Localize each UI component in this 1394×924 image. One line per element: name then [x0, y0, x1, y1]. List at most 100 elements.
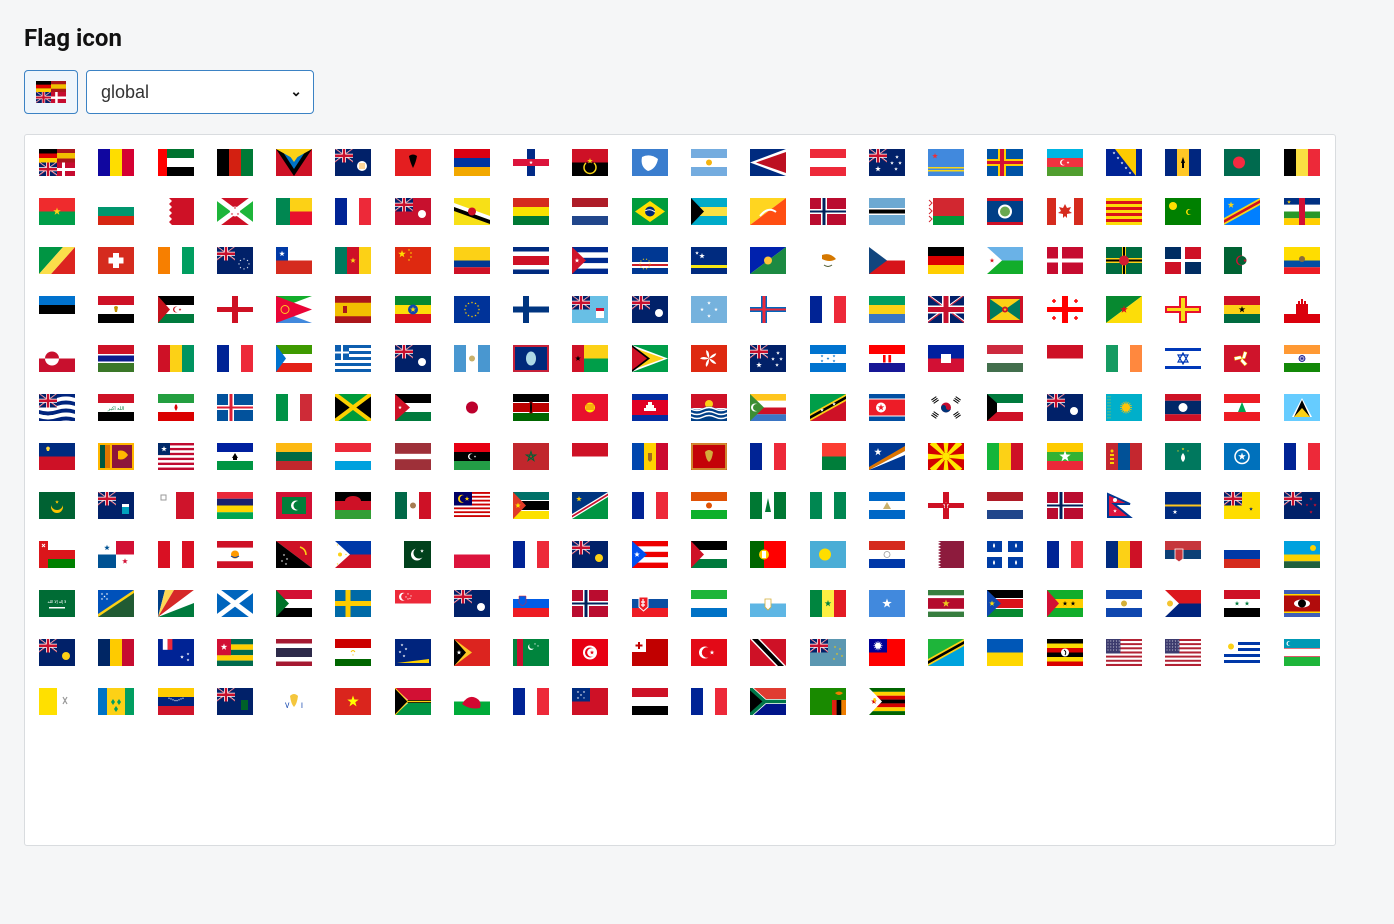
- flag-uz[interactable]: [1284, 639, 1320, 666]
- flag-gu[interactable]: [513, 345, 549, 372]
- flag-nl[interactable]: [987, 492, 1023, 519]
- flag-ae[interactable]: [158, 149, 194, 176]
- flag-global[interactable]: [39, 149, 75, 176]
- flag-ax[interactable]: [987, 149, 1023, 176]
- flag-se[interactable]: [335, 590, 371, 617]
- flag-cu[interactable]: tRatio="none">: [572, 247, 608, 274]
- flag-de[interactable]: [928, 247, 964, 274]
- flag-am[interactable]: [454, 149, 490, 176]
- flag-gl[interactable]: [39, 345, 75, 372]
- flag-no[interactable]: [1047, 492, 1083, 519]
- flag-bl[interactable]: [335, 198, 371, 225]
- flag-au[interactable]: [869, 149, 905, 176]
- flag-wales[interactable]: [454, 688, 490, 715]
- flag-mu[interactable]: [217, 492, 253, 519]
- flag-gi[interactable]: [1284, 296, 1320, 323]
- flag-mr[interactable]: [39, 492, 75, 519]
- flag-mh[interactable]: [869, 443, 905, 470]
- flag-cf[interactable]: tRatio="none">: [1284, 198, 1320, 225]
- flag-scotland[interactable]: [217, 590, 253, 617]
- flag-sz[interactable]: [1284, 590, 1320, 617]
- flag-yt[interactable]: [691, 688, 727, 715]
- flag-dm[interactable]: [1106, 247, 1142, 274]
- flag-ru[interactable]: [1224, 541, 1260, 568]
- flag-lb[interactable]: tRatio="none">: [1224, 394, 1260, 421]
- flag-ph[interactable]: [335, 541, 371, 568]
- flag-mn[interactable]: tRatio="none">: [1106, 443, 1142, 470]
- flag-az[interactable]: tRatio="none">: [1047, 149, 1083, 176]
- flag-so[interactable]: [869, 590, 905, 617]
- flag-ss[interactable]: [987, 590, 1023, 617]
- flag-er[interactable]: [276, 296, 312, 323]
- flag-mk[interactable]: [928, 443, 964, 470]
- flag-sn[interactable]: tRatio="none">: [810, 590, 846, 617]
- flag-ng[interactable]: [810, 492, 846, 519]
- flag-kh[interactable]: [632, 394, 668, 421]
- flag-bh[interactable]: [158, 198, 194, 225]
- flag-cv[interactable]: [632, 247, 668, 274]
- flag-bn[interactable]: [454, 198, 490, 225]
- flag-is[interactable]: [217, 394, 253, 421]
- flag-sx[interactable]: [1165, 590, 1201, 617]
- flag-ao[interactable]: tRatio="none">: [572, 149, 608, 176]
- flag-gm[interactable]: [98, 345, 134, 372]
- flag-np[interactable]: [1106, 492, 1142, 519]
- flag-zw[interactable]: tRatio="none">: [869, 688, 905, 715]
- flag-cr[interactable]: [513, 247, 549, 274]
- flag-ad[interactable]: [98, 149, 134, 176]
- flag-td[interactable]: [98, 639, 134, 666]
- flag-england[interactable]: [217, 296, 253, 323]
- flag-eh[interactable]: tRatio="none">: [158, 296, 194, 323]
- flag-rs[interactable]: tRatio="none">: [1165, 541, 1201, 568]
- flag-mg[interactable]: [810, 443, 846, 470]
- flag-cm[interactable]: tRatio="none">: [335, 247, 371, 274]
- flag-fr[interactable]: [810, 296, 846, 323]
- flag-kn[interactable]: [810, 394, 846, 421]
- flag-gf[interactable]: [1106, 296, 1142, 323]
- flag-ye[interactable]: [632, 688, 668, 715]
- flag-io[interactable]: [39, 394, 75, 421]
- flag-pf[interactable]: [217, 541, 253, 568]
- flag-si[interactable]: tRatio="none">: [513, 590, 549, 617]
- flag-pw[interactable]: [810, 541, 846, 568]
- flag-ki[interactable]: [691, 394, 727, 421]
- flag-lt[interactable]: [276, 443, 312, 470]
- flag-at[interactable]: [810, 149, 846, 176]
- flag-na[interactable]: [572, 492, 608, 519]
- flag-sj[interactable]: [572, 590, 608, 617]
- flag-af[interactable]: [217, 149, 253, 176]
- flag-sk[interactable]: tRatio="none">: [632, 590, 668, 617]
- flag-py[interactable]: tRatio="none">: [869, 541, 905, 568]
- flag-re[interactable]: [1047, 541, 1083, 568]
- flag-tc[interactable]: [39, 639, 75, 666]
- flag-bs[interactable]: tRatio="none">: [691, 198, 727, 225]
- flag-jm[interactable]: [335, 394, 371, 421]
- flag-om[interactable]: [39, 541, 75, 568]
- flag-ly[interactable]: tRatio="none">: [454, 443, 490, 470]
- flag-md[interactable]: tRatio="none">: [632, 443, 668, 470]
- flag-sm[interactable]: tRatio="none">: [750, 590, 786, 617]
- flag-gq[interactable]: tRatio="none">: [276, 345, 312, 372]
- flag-hu[interactable]: [987, 345, 1023, 372]
- flag-cn[interactable]: [395, 247, 431, 274]
- flag-vn[interactable]: [335, 688, 371, 715]
- flag-th[interactable]: [276, 639, 312, 666]
- flag-tf[interactable]: tRatio="none">: [158, 639, 194, 666]
- flag-hn[interactable]: tRatio="none">: [810, 345, 846, 372]
- flag-vu[interactable]: [395, 688, 431, 715]
- flag-rw[interactable]: [1284, 541, 1320, 568]
- flag-mf[interactable]: [750, 443, 786, 470]
- flag-ga[interactable]: [869, 296, 905, 323]
- flag-tm[interactable]: [513, 639, 549, 666]
- current-flag-button[interactable]: [24, 70, 78, 114]
- flag-ni[interactable]: tRatio="none">: [869, 492, 905, 519]
- flag-ir[interactable]: tRatio="none">: [158, 394, 194, 421]
- flag-ve[interactable]: tRatio="none">: [158, 688, 194, 715]
- flag-va[interactable]: [39, 688, 75, 715]
- flag-zm[interactable]: [810, 688, 846, 715]
- flag-me[interactable]: [691, 443, 727, 470]
- flag-lr[interactable]: [158, 443, 194, 470]
- flag-tl[interactable]: [454, 639, 490, 666]
- flag-vc[interactable]: tRatio="none">: [98, 688, 134, 715]
- flag-vg[interactable]: [217, 688, 253, 715]
